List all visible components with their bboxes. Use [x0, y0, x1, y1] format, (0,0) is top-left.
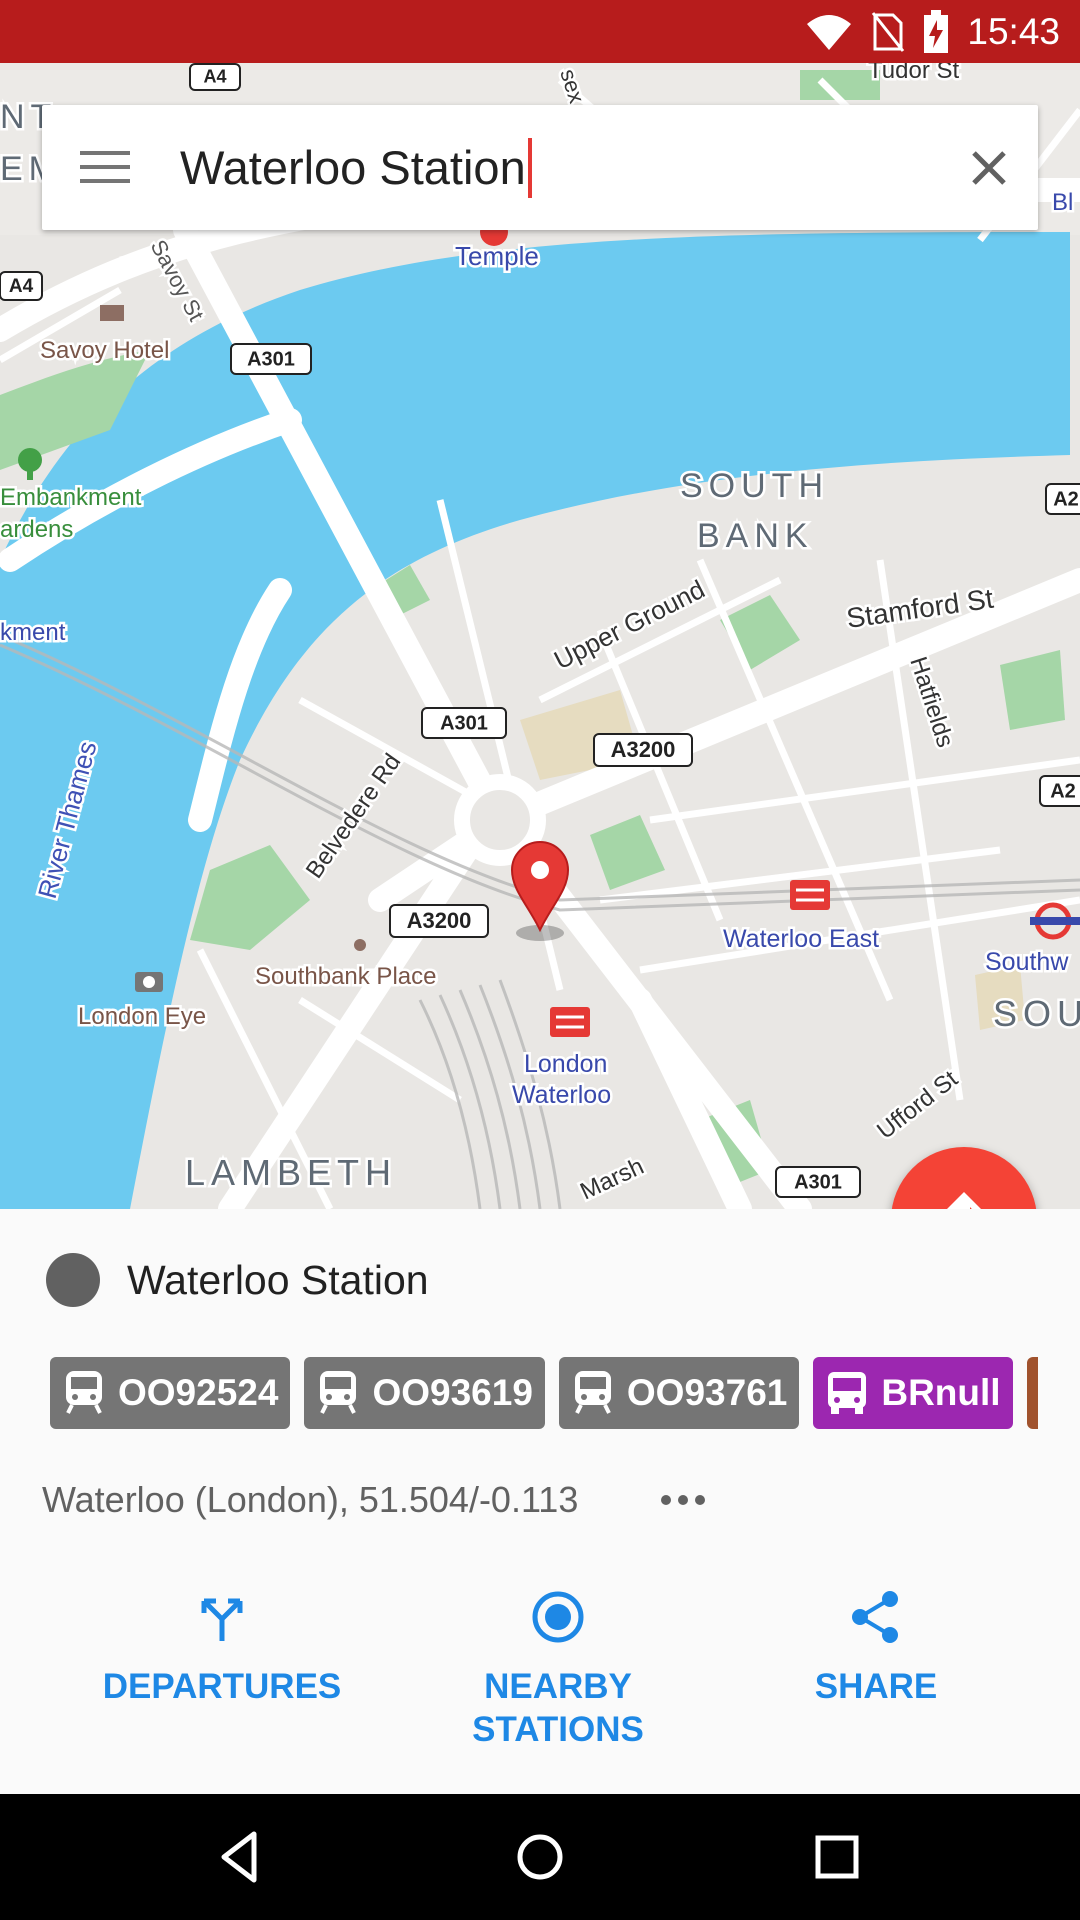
map-label-savoy-hotel: Savoy Hotel — [40, 337, 169, 364]
map-label-embankment-gardens-1: Embankment — [0, 484, 142, 511]
status-time: 15:43 — [967, 10, 1060, 52]
station-location: Waterloo (London), 51.504/-0.113 — [42, 1479, 579, 1520]
map-label-lambeth: LAMBETH — [185, 1152, 397, 1193]
departures-button[interactable]: DEPARTURES — [72, 1589, 372, 1708]
line-chip[interactable]: OO93761 — [558, 1357, 800, 1429]
map-label-waterloo-east: Waterloo East — [723, 925, 879, 953]
road-shield-a301-mid: A301 — [421, 707, 507, 739]
road-shield-a301-north: A301 — [230, 343, 312, 375]
road-shield-a2-right-1: A2 — [1045, 483, 1080, 515]
road-shield-label: A2 — [1050, 781, 1076, 803]
road-shield-a3200-east: A3200 — [593, 733, 693, 767]
menu-icon[interactable] — [80, 149, 130, 185]
road-shield-a301-south: A301 — [775, 1166, 861, 1198]
map-label-temple: Temple — [455, 241, 539, 271]
train-icon — [320, 1371, 357, 1414]
back-icon[interactable] — [208, 1824, 274, 1890]
road-shield-label: A4 — [9, 276, 34, 297]
map-label-london-waterloo-1: London — [524, 1050, 607, 1078]
line-chip[interactable] — [1026, 1357, 1038, 1429]
road-shield-a3200-west: A3200 — [389, 904, 489, 938]
nearby-stations-button[interactable]: NEARBY STATIONS — [408, 1589, 708, 1751]
station-sheet: Waterloo Station OO92524 OO93619 OO93761 BR… — [0, 1209, 1080, 1794]
map-label-embankment-gardens-2: ardens — [0, 516, 73, 543]
road-shield-label: A3200 — [611, 737, 676, 762]
road-shield-label: A301 — [440, 713, 488, 735]
waterloo-east-rail-icon — [790, 880, 830, 910]
map-view[interactable]: Temple Savoy Hotel Savoy St Embankment arden… — [0, 63, 1080, 1209]
train-icon — [574, 1371, 611, 1414]
recents-icon[interactable] — [804, 1824, 870, 1890]
line-chip-label: OO92524 — [118, 1372, 279, 1413]
map-label-south-bank-2: BANK — [697, 517, 814, 555]
line-chip-label: OO93619 — [372, 1372, 533, 1413]
map-label-london-waterloo-2: Waterloo — [512, 1081, 611, 1109]
road-shield-label: A3200 — [407, 908, 472, 933]
line-chip-label: BRnull — [881, 1372, 1001, 1413]
text-cursor — [527, 138, 532, 198]
map-canvas[interactable]: TempleSavoy HotelSavoy StEmbankmentarden… — [0, 63, 1080, 1209]
road-shield-label: A4 — [203, 67, 226, 87]
road-shield-a4-left: A4 — [0, 271, 43, 301]
nearby-icon — [532, 1591, 584, 1643]
map-label-embankment-station: kment — [0, 619, 66, 646]
road-shield-label: A2 — [1053, 489, 1079, 511]
nearby-stations-label: NEARBY STATIONS — [472, 1667, 644, 1749]
line-chip[interactable]: BRnull — [813, 1357, 1013, 1429]
london-waterloo-rail-icon — [550, 1007, 590, 1037]
share-button[interactable]: SHARE — [726, 1589, 1026, 1708]
no-sim-icon — [872, 11, 905, 52]
line-chips: OO92524 OO93619 OO93761 BRnull — [50, 1357, 1038, 1431]
station-status-dot — [46, 1253, 100, 1307]
search-bar — [42, 105, 1038, 230]
share-icon — [852, 1591, 898, 1643]
more-icon[interactable] — [660, 1489, 706, 1511]
hotel-icon — [100, 305, 124, 321]
road-shield-label: A301 — [794, 1172, 842, 1194]
line-chip-label: OO93761 — [626, 1372, 788, 1413]
map-label-southbank-place: Southbank Place — [255, 963, 436, 990]
departures-label: DEPARTURES — [102, 1667, 342, 1706]
station-name: Waterloo Station — [127, 1257, 429, 1303]
road-shield-label: A301 — [247, 349, 295, 371]
navigation-bar — [0, 1794, 1080, 1920]
map-label-sou: SOU — [993, 993, 1080, 1034]
home-icon[interactable] — [507, 1824, 573, 1890]
map-label-southwark: Southw — [985, 948, 1069, 976]
wifi-icon — [807, 14, 852, 50]
map-label-edge-bl: Bl — [1052, 189, 1073, 216]
tram-icon — [1037, 1369, 1038, 1417]
road-shield-a4-top: A4 — [189, 63, 241, 91]
close-icon[interactable] — [962, 141, 1016, 195]
map-label-south-bank-1: SOUTH — [680, 467, 829, 505]
poi-dot-icon — [354, 939, 366, 951]
camera-icon — [135, 972, 163, 992]
departures-icon — [201, 1598, 243, 1641]
map-label-tudor-st: Tudor St — [868, 63, 959, 84]
bus-icon — [828, 1372, 867, 1414]
train-icon — [66, 1371, 102, 1414]
line-chip[interactable]: OO92524 — [50, 1357, 291, 1429]
share-label: SHARE — [814, 1667, 938, 1706]
map-label-london-eye: London Eye — [78, 1003, 206, 1030]
battery-charging-icon — [924, 9, 949, 53]
search-input[interactable] — [168, 105, 928, 230]
status-bar: 15:43 — [0, 0, 1080, 63]
line-chip[interactable]: OO93619 — [304, 1357, 545, 1429]
road-shield-a2-right-2: A2 — [1039, 775, 1080, 807]
